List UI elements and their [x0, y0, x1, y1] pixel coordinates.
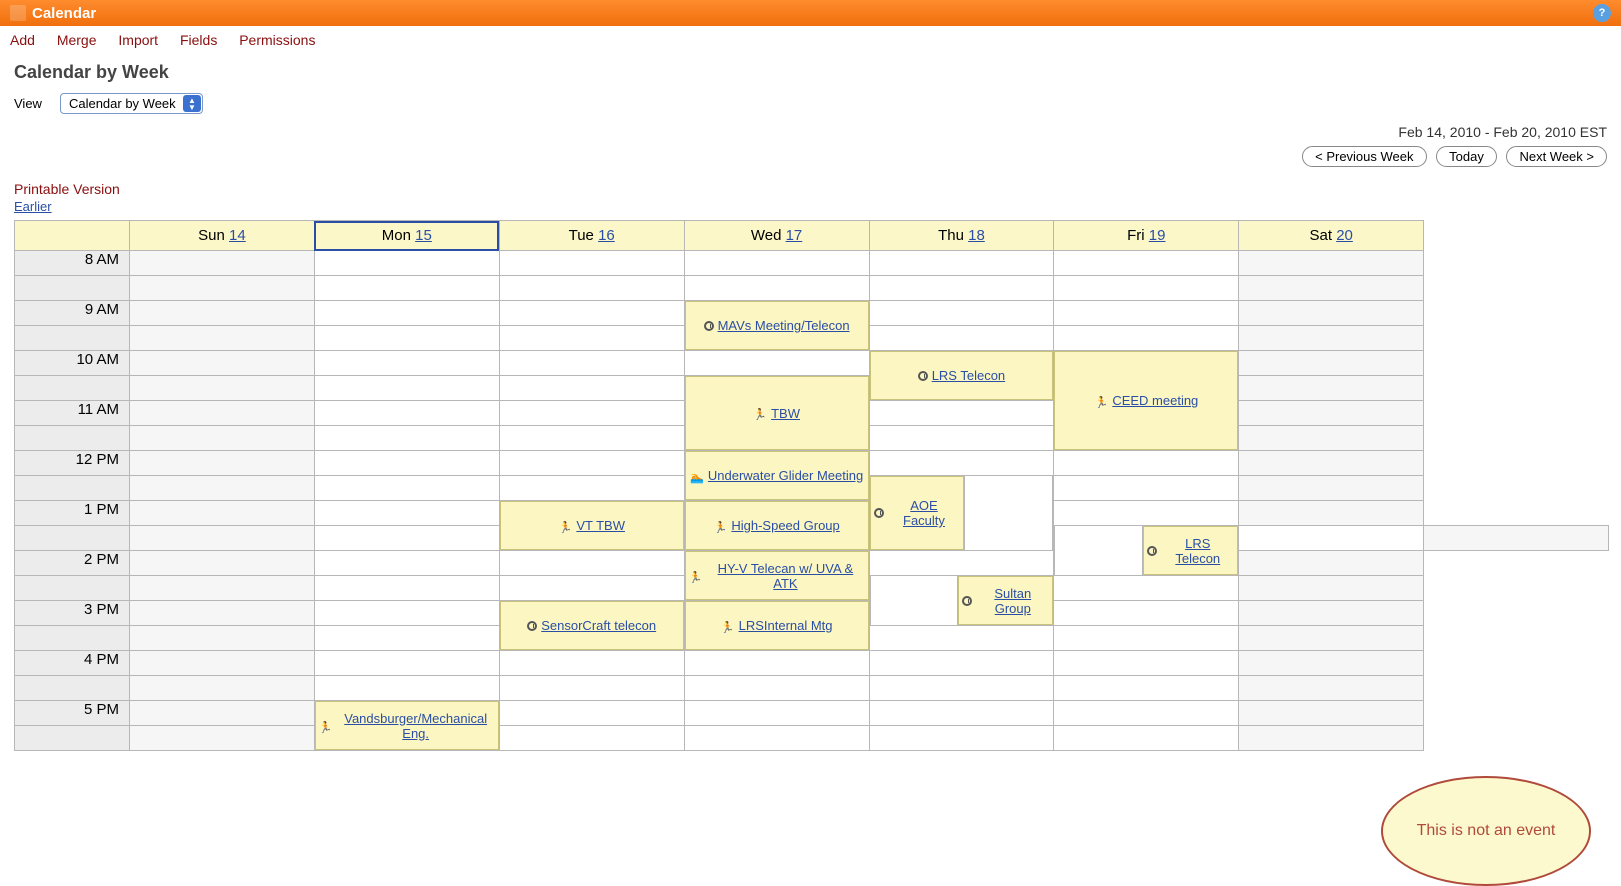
time-1pm: 1 PM: [15, 501, 130, 526]
event-lrs-thu[interactable]: LRS Telecon: [870, 351, 1054, 400]
event-tbw[interactable]: TBW: [685, 376, 869, 450]
event-sultan[interactable]: Sultan Group: [958, 576, 1053, 625]
day-link-tue[interactable]: 16: [598, 227, 615, 244]
day-link-sat[interactable]: 20: [1336, 227, 1353, 244]
menu-merge[interactable]: Merge: [57, 32, 97, 48]
view-label: View: [14, 96, 42, 111]
day-header-fri: Fri 19: [1054, 221, 1239, 251]
time-10am: 10 AM: [15, 351, 130, 376]
menu-permissions[interactable]: Permissions: [239, 32, 315, 48]
view-row: View Calendar by Week ▲▼: [0, 87, 1621, 120]
day-link-mon[interactable]: 15: [415, 227, 432, 244]
printable-link[interactable]: Printable Version: [0, 177, 1621, 199]
annotation-callout: This is not an event: [1381, 776, 1591, 886]
run-icon: [753, 406, 767, 420]
event-hsgroup[interactable]: High-Speed Group: [685, 501, 869, 550]
day-link-thu[interactable]: 18: [968, 227, 985, 244]
time-8am: 8 AM: [15, 251, 130, 276]
event-sensorcraft[interactable]: SensorCraft telecon: [500, 601, 684, 650]
menu-bar: Add Merge Import Fields Permissions: [0, 26, 1621, 54]
run-icon: [713, 519, 727, 533]
menu-add[interactable]: Add: [10, 32, 35, 48]
prev-week-button[interactable]: < Previous Week: [1302, 146, 1426, 167]
time-5pm: 5 PM: [15, 701, 130, 726]
title-text: Calendar: [32, 5, 96, 22]
time-3pm: 3 PM: [15, 601, 130, 626]
today-button[interactable]: Today: [1436, 146, 1497, 167]
week-nav: < Previous Week Today Next Week >: [0, 144, 1621, 177]
earlier-link[interactable]: Earlier: [14, 199, 52, 214]
clock-icon: [704, 321, 714, 331]
day-link-fri[interactable]: 19: [1149, 227, 1166, 244]
view-select[interactable]: Calendar by Week: [60, 93, 203, 114]
page-title: Calendar by Week: [0, 54, 1621, 87]
day-header-sat: Sat 20: [1239, 221, 1424, 251]
event-aoe[interactable]: AOE Faculty: [870, 476, 965, 550]
event-ceed[interactable]: CEED meeting: [1054, 351, 1238, 450]
menu-import[interactable]: Import: [118, 32, 158, 48]
next-week-button[interactable]: Next Week >: [1506, 146, 1607, 167]
time-2pm: 2 PM: [15, 551, 130, 576]
time-12pm: 12 PM: [15, 451, 130, 476]
day-link-wed[interactable]: 17: [786, 227, 803, 244]
run-icon: [558, 519, 572, 533]
day-header-sun: Sun 14: [130, 221, 315, 251]
calendar-grid: Sun 14 Mon 15 Tue 16 Wed 17 Thu 18 Fri 1…: [14, 220, 1609, 751]
event-lrsinternal[interactable]: LRSInternal Mtg: [685, 601, 869, 650]
event-uwglider[interactable]: Underwater Glider Meeting: [685, 451, 869, 500]
day-header-tue: Tue 16: [499, 221, 684, 251]
time-11am: 11 AM: [15, 401, 130, 426]
time-9am: 9 AM: [15, 301, 130, 326]
event-vt-tbw[interactable]: VT TBW: [500, 501, 684, 550]
event-hyv[interactable]: HY-V Telecan w/ UVA & ATK: [685, 551, 869, 600]
event-lrs-thu2[interactable]: LRS Telecon: [1143, 526, 1238, 575]
clock-icon: [918, 371, 928, 381]
clock-icon: [527, 621, 537, 631]
help-icon[interactable]: ?: [1593, 4, 1611, 22]
day-header-mon: Mon 15: [314, 221, 499, 251]
day-header-thu: Thu 18: [869, 221, 1054, 251]
run-icon: [1094, 394, 1108, 408]
day-header-wed: Wed 17: [684, 221, 869, 251]
clock-icon: [874, 508, 884, 518]
title-bar: Calendar ?: [0, 0, 1621, 26]
run-icon: [689, 569, 703, 583]
clock-icon: [1147, 546, 1157, 556]
calendar-app-icon: [10, 5, 26, 21]
run-icon: [721, 619, 735, 633]
swim-icon: [690, 469, 704, 483]
corner-cell: [15, 221, 130, 251]
time-4pm: 4 PM: [15, 651, 130, 676]
menu-fields[interactable]: Fields: [180, 32, 217, 48]
event-vandsburger[interactable]: Vandsburger/Mechanical Eng.: [315, 701, 499, 750]
run-icon: [319, 719, 333, 733]
clock-icon: [962, 596, 972, 606]
event-mavs[interactable]: MAVs Meeting/Telecon: [685, 301, 869, 350]
day-link-sun[interactable]: 14: [229, 227, 246, 244]
date-range: Feb 14, 2010 - Feb 20, 2010 EST: [0, 120, 1621, 144]
